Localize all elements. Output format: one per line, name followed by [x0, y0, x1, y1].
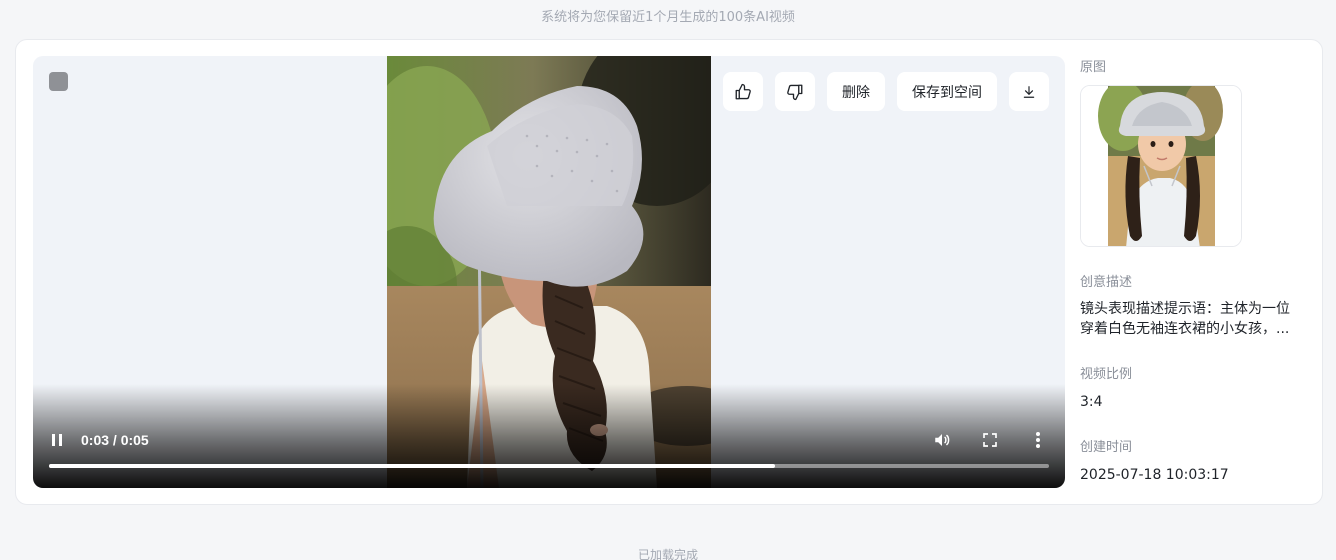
download-button[interactable] [1009, 72, 1049, 111]
description-text: 镜头表现描述提示语：主体为一位穿着白色无袖连衣裙的小女孩，... [1080, 301, 1290, 337]
video-player[interactable]: 删除 保存到空间 0:03 / 0:05 [33, 56, 1065, 488]
created-time-value: 2025-07-18 10:03:17 [1080, 467, 1229, 483]
thumbs-down-icon [787, 84, 803, 100]
retention-notice: 系统将为您保留近1个月生成的100条AI视频 [541, 10, 795, 25]
like-button[interactable] [723, 72, 763, 111]
action-toolbar: 删除 保存到空间 [723, 72, 1049, 111]
ratio-value: 3:4 [1080, 394, 1103, 410]
progress-bar[interactable] [49, 464, 1049, 468]
download-icon [1023, 85, 1035, 98]
original-image-label: 原图 [1080, 60, 1107, 75]
dislike-button[interactable] [775, 72, 815, 111]
more-vertical-icon [1036, 432, 1040, 448]
more-options-button[interactable] [1027, 429, 1049, 451]
save-to-space-button[interactable]: 保存到空间 [897, 72, 997, 111]
ratio-label: 视频比例 [1080, 367, 1133, 382]
original-image-thumbnail[interactable] [1080, 85, 1242, 247]
fullscreen-button[interactable] [979, 429, 1001, 451]
pause-icon [52, 434, 62, 446]
footer-status: 已加载完成 [637, 548, 698, 560]
progress-fill [49, 464, 775, 468]
created-time-label: 创建时间 [1080, 440, 1133, 455]
thumbs-up-icon [735, 83, 751, 99]
volume-icon [935, 434, 950, 446]
volume-button[interactable] [931, 429, 953, 451]
original-image [1081, 86, 1241, 246]
description-label: 创意描述 [1080, 275, 1133, 290]
delete-button[interactable]: 删除 [827, 72, 885, 111]
fullscreen-icon [983, 433, 997, 447]
pause-button[interactable] [49, 432, 65, 448]
time-display: 0:03 / 0:05 [81, 432, 149, 448]
video-controls: 0:03 / 0:05 [49, 429, 1049, 451]
select-checkbox[interactable] [49, 72, 68, 91]
video-card: 删除 保存到空间 0:03 / 0:05 原图 创意描述 镜头表现描述提示语：主… [15, 39, 1323, 505]
